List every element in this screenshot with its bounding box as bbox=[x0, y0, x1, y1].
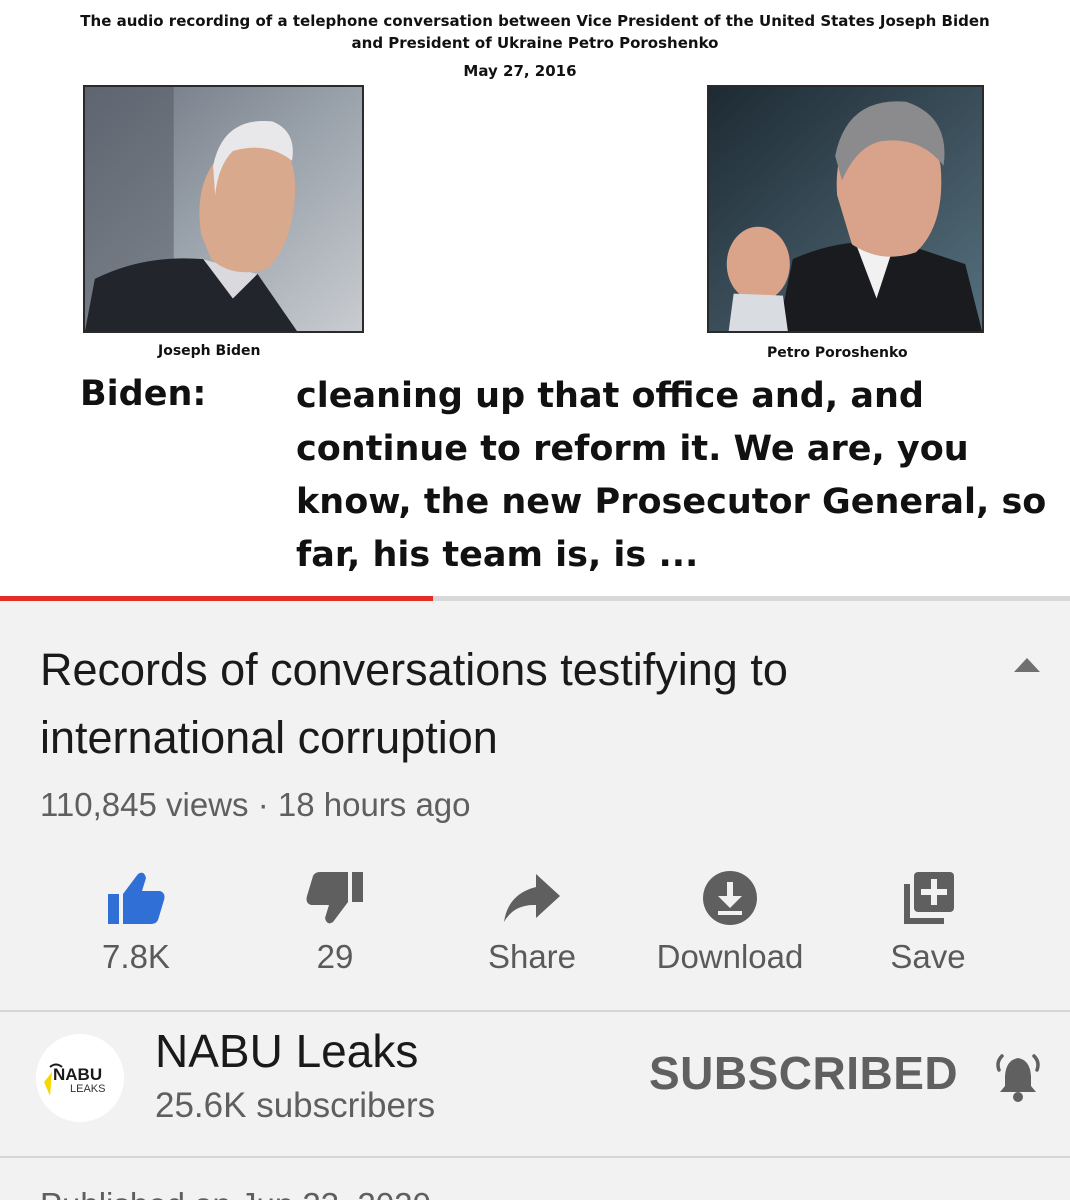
divider-top bbox=[0, 1010, 1070, 1012]
save-label: Save bbox=[890, 938, 966, 975]
avatar-logo-text: NABU bbox=[53, 1065, 102, 1084]
download-icon bbox=[698, 866, 762, 930]
share-icon bbox=[500, 866, 564, 930]
playlist-add-icon bbox=[896, 866, 960, 930]
thumbs-down-icon bbox=[303, 866, 367, 930]
save-button[interactable]: Save bbox=[828, 860, 1028, 990]
view-count: 110,845 views bbox=[40, 786, 249, 823]
share-button[interactable]: Share bbox=[432, 860, 632, 990]
frame-date: May 27, 2016 bbox=[463, 62, 577, 80]
meta-separator: · bbox=[248, 786, 278, 823]
download-button[interactable]: Download bbox=[630, 860, 830, 990]
video-title: Records of conversations testifying to i… bbox=[40, 644, 788, 763]
caption-left: Joseph Biden bbox=[158, 343, 261, 359]
progress-fill[interactable] bbox=[0, 596, 434, 601]
speaker-label: Biden: bbox=[80, 374, 207, 414]
avatar-logo-subtext: LEAKS bbox=[70, 1083, 105, 1095]
channel-avatar[interactable]: NABU LEAKS bbox=[36, 1034, 124, 1122]
dislike-count: 29 bbox=[316, 938, 354, 975]
video-player[interactable]: The audio recording of a telephone conve… bbox=[0, 0, 1070, 600]
portrait-left bbox=[83, 85, 364, 333]
frame-title: The audio recording of a telephone conve… bbox=[0, 10, 1070, 54]
bell-ringing-icon[interactable] bbox=[990, 1050, 1046, 1106]
video-meta: 110,845 views · 18 hours ago bbox=[40, 786, 471, 824]
action-bar: 7.8K 29 Share Download Save bbox=[0, 860, 1070, 990]
upload-age: 18 hours ago bbox=[277, 786, 471, 823]
divider-bottom bbox=[0, 1156, 1070, 1158]
dislike-button[interactable]: 29 bbox=[235, 860, 435, 990]
share-label: Share bbox=[487, 938, 577, 975]
chevron-up-icon[interactable] bbox=[1010, 652, 1044, 676]
published-date: Published on Jun 23, 2020 bbox=[40, 1186, 431, 1200]
frame-title-line2: and President of Ukraine Petro Poroshenk… bbox=[351, 34, 719, 52]
thumbs-up-icon bbox=[104, 866, 168, 930]
like-button[interactable]: 7.8K bbox=[36, 860, 236, 990]
transcript-quote: cleaning up that office and, and continu… bbox=[296, 376, 1047, 575]
download-label: Download bbox=[656, 938, 804, 975]
portrait-right bbox=[707, 85, 984, 333]
caption-right: Petro Poroshenko bbox=[767, 345, 908, 361]
subscribed-button[interactable]: SUBSCRIBED bbox=[649, 1046, 958, 1100]
subscriber-count: 25.6K subscribers bbox=[155, 1086, 436, 1125]
like-count: 7.8K bbox=[102, 938, 170, 975]
frame-title-line1: The audio recording of a telephone conve… bbox=[80, 12, 990, 30]
channel-name[interactable]: NABU Leaks bbox=[155, 1024, 418, 1078]
